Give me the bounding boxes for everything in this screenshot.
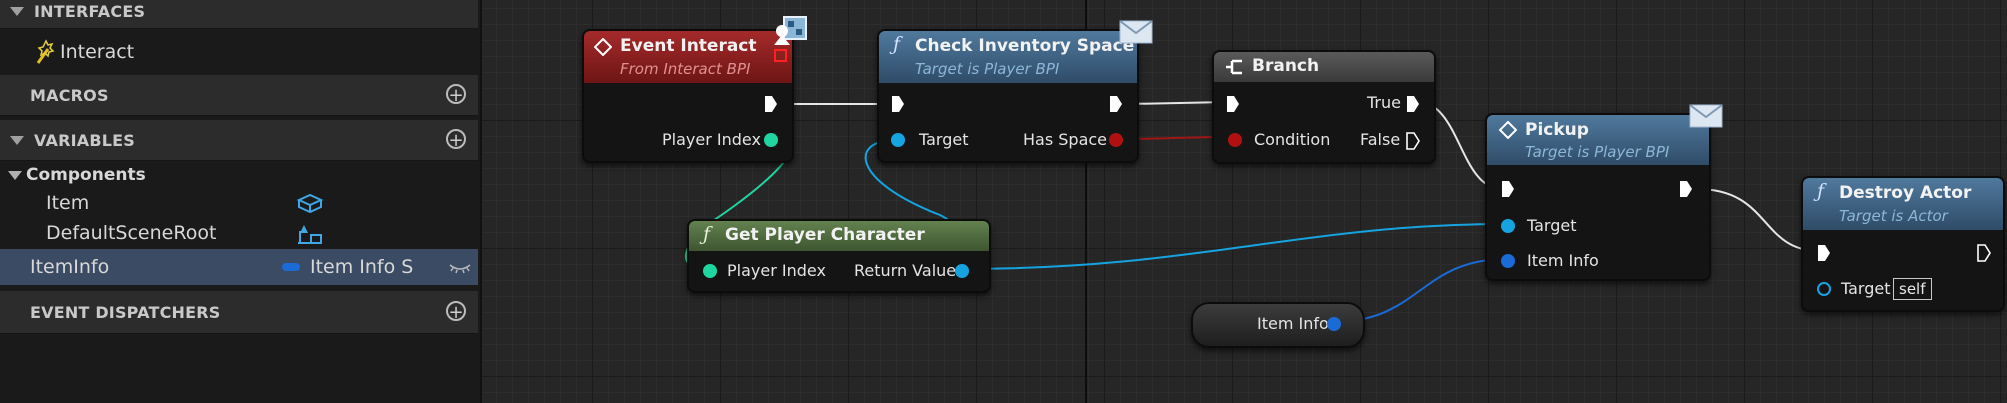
target-input-pin[interactable] — [1817, 282, 1831, 296]
interface-item-label: Interact — [60, 41, 135, 63]
node-event-interact[interactable]: Event Interact From Interact BPI Player … — [582, 16, 807, 163]
item-info-output-pin[interactable] — [1327, 317, 1341, 331]
message-envelope-icon — [1689, 101, 1723, 133]
event-dispatchers-title: EVENT DISPATCHERS — [30, 302, 221, 322]
node-check-inventory-space[interactable]: ƒ Check Inventory Space Target is Player… — [877, 20, 1153, 163]
pin-label: True — [1367, 93, 1401, 112]
has-space-output-pin[interactable] — [1109, 133, 1123, 147]
self-default-value[interactable]: self — [1893, 278, 1932, 300]
exec-out-pin[interactable] — [1679, 180, 1693, 202]
node-pickup[interactable]: Pickup Target is Player BPI Target Item … — [1485, 104, 1723, 281]
function-icon: ƒ — [703, 223, 711, 245]
component-item[interactable]: DefaultSceneRoot — [0, 218, 478, 248]
components-label: Components — [26, 165, 146, 185]
interfaces-section-header[interactable]: INTERFACES — [0, 0, 478, 29]
interfaces-title: INTERFACES — [34, 1, 146, 21]
node-title: Get Player Character — [725, 225, 925, 245]
exec-out-pin[interactable] — [1109, 95, 1123, 117]
pin-label: Player Index — [727, 261, 826, 280]
return-value-output-pin[interactable] — [955, 264, 969, 278]
variables-section-header[interactable]: VARIABLES + — [0, 120, 478, 161]
interface-item-interact[interactable]: Interact — [0, 37, 478, 67]
add-macro-button[interactable]: + — [446, 84, 466, 105]
node-destroy-actor[interactable]: ƒ Destroy Actor Target is Actor Target s… — [1801, 176, 2005, 312]
exec-in-pin[interactable] — [891, 95, 905, 117]
delegate-pin-icon[interactable] — [774, 49, 787, 62]
exec-in-pin[interactable] — [1501, 180, 1515, 202]
node-title: Event Interact — [620, 36, 757, 56]
variable-item-iteminfo[interactable]: ItemInfo Item Info S — [0, 249, 478, 285]
macros-title: MACROS — [30, 85, 109, 105]
pin-label: Has Space — [1023, 130, 1108, 149]
collapse-arrow-icon[interactable] — [8, 170, 22, 180]
exec-in-pin[interactable] — [1817, 244, 1831, 266]
pin-label: Item Info — [1257, 314, 1329, 333]
add-variable-button[interactable]: + — [446, 129, 466, 150]
scene-root-icon — [296, 221, 326, 250]
eye-closed-icon[interactable] — [448, 259, 472, 281]
interface-badge-icon — [770, 13, 810, 53]
node-title: Check Inventory Space — [915, 36, 1135, 56]
exec-in-pin[interactable] — [1226, 95, 1240, 117]
node-subtitle: Target is Player BPI — [915, 60, 1060, 78]
variable-type-label[interactable]: Item Info S — [310, 256, 413, 278]
struct-type-icon — [282, 263, 300, 271]
component-item[interactable]: Item — [0, 188, 478, 218]
event-diamond-icon — [1498, 120, 1518, 143]
component-label: DefaultSceneRoot — [46, 222, 217, 244]
node-title: Destroy Actor — [1839, 183, 1972, 203]
components-category[interactable]: Components — [0, 161, 478, 189]
branch-icon — [1224, 58, 1244, 80]
component-label: Item — [46, 192, 90, 214]
true-exec-out-pin[interactable] — [1406, 95, 1420, 117]
target-input-pin[interactable] — [1501, 219, 1515, 233]
variables-title: VARIABLES — [34, 130, 135, 150]
event-diamond-icon — [593, 37, 613, 60]
pin-label: Condition — [1254, 130, 1331, 149]
pin-label: Player Index — [662, 130, 761, 149]
condition-input-pin[interactable] — [1228, 133, 1242, 147]
function-icon: ƒ — [1817, 180, 1825, 202]
variable-label: ItemInfo — [30, 256, 110, 278]
message-envelope-icon — [1119, 17, 1153, 49]
node-title: Pickup — [1525, 120, 1589, 140]
player-index-input-pin[interactable] — [703, 264, 717, 278]
interface-function-icon — [32, 39, 56, 70]
false-exec-out-pin[interactable] — [1406, 132, 1420, 154]
function-icon: ƒ — [893, 33, 901, 55]
node-item-info-getter[interactable]: Item Info — [1191, 302, 1365, 348]
node-subtitle: From Interact BPI — [620, 60, 751, 78]
macros-section-header[interactable]: MACROS + — [0, 75, 478, 116]
node-subtitle: Target is Actor — [1839, 207, 1948, 225]
pin-label: Item Info — [1527, 251, 1599, 270]
pin-label: Target — [1841, 279, 1891, 298]
pin-label: Target — [919, 130, 969, 149]
event-dispatchers-section-header[interactable]: EVENT DISPATCHERS + — [0, 291, 478, 334]
item-info-input-pin[interactable] — [1501, 254, 1515, 268]
static-mesh-icon — [296, 192, 324, 219]
node-title: Branch — [1252, 56, 1320, 76]
player-index-output-pin[interactable] — [764, 133, 778, 147]
exec-out-pin[interactable] — [1977, 244, 1991, 266]
pin-label: False — [1360, 130, 1401, 149]
add-event-dispatcher-button[interactable]: + — [446, 301, 466, 322]
pin-label: Return Value — [854, 261, 957, 280]
node-subtitle: Target is Player BPI — [1525, 143, 1670, 161]
exec-out-pin[interactable] — [764, 95, 778, 117]
node-branch[interactable]: Branch True Condition False — [1212, 50, 1436, 164]
node-header — [1214, 52, 1434, 82]
target-input-pin[interactable] — [891, 133, 905, 147]
my-blueprint-panel: INTERFACES Interact MACROS + VARIABLES +… — [0, 0, 482, 403]
collapse-arrow-icon[interactable] — [10, 6, 24, 16]
pin-label: Target — [1527, 216, 1577, 235]
collapse-arrow-icon[interactable] — [10, 135, 24, 145]
node-get-player-character[interactable]: ƒ Get Player Character Player Index Retu… — [687, 219, 991, 293]
